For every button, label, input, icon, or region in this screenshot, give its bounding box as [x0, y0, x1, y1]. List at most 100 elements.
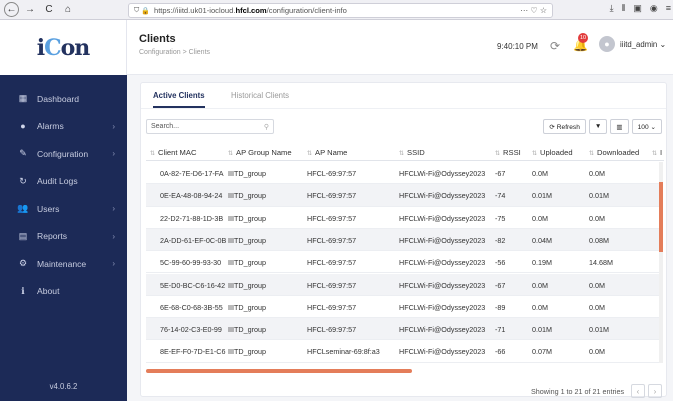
refresh-button[interactable]: ⟳ Refresh [543, 119, 586, 134]
sort-icon: ⇅ [399, 151, 405, 157]
chevron-right-icon: › [112, 231, 115, 241]
table-cell: 2A-DD-61-EF-0C-0B [160, 235, 227, 245]
table-row[interactable]: 2A-DD-61-EF-0C-0B IIITD_group HFCL-69:97:5… [146, 228, 659, 252]
table-cell: 5C-99-60-99-93-30 [160, 258, 222, 268]
account-icon[interactable]: ◉ [650, 3, 658, 14]
scrollbar-thumb[interactable] [659, 182, 663, 252]
table-cell: 0A-82-7E-D6-17-FA [160, 169, 224, 178]
url-actions[interactable]: ··· ♡ ☆ [520, 6, 547, 15]
sidebar-item-audit-logs[interactable]: ↻ Audit Logs [0, 168, 127, 196]
col-client-mac[interactable]: ⇅ Client MAC [150, 148, 196, 157]
tab-historical-clients[interactable]: Historical Clients [231, 91, 289, 100]
browser-right-icons: ⤓ ⫴ ▣ ◉ ≡ [610, 3, 671, 14]
sidebar-item-users[interactable]: 👥 Users › [0, 195, 127, 223]
logo[interactable]: iCon [37, 35, 91, 61]
chevron-right-icon: › [112, 149, 115, 159]
col-ap-name[interactable]: ⇅ AP Name [307, 148, 347, 157]
vertical-scrollbar[interactable] [659, 162, 663, 363]
sidebar-nav: ▦ Dashboard ● Alarms › ✎ Configuration › ↻ Aud… [0, 75, 127, 305]
table-cell: 5E-D0-BC-C6-16-42 [160, 280, 226, 290]
table-cell: IIITD_group [228, 258, 266, 268]
chevron-right-icon: › [112, 204, 115, 214]
table-cell: 0.07M [532, 347, 552, 357]
sidebar-item-alarms[interactable]: ● Alarms › [0, 113, 127, 141]
avatar[interactable]: ● [599, 36, 615, 52]
table-cell: IIITD_group [228, 347, 266, 357]
filter-button[interactable]: ▼ [588, 119, 608, 134]
table-row[interactable]: 5E-D0-BC-C6-16-42 IIITD_group HFCL-69:97:5… [146, 273, 659, 296]
table-cell: HFCLWi-Fi@Odyssey2023 [399, 258, 486, 268]
wrench-icon: ✎ [19, 148, 27, 159]
table-row[interactable]: 0E-EA-48-08-94-24 IIITD_group HFCL-69:97:5… [146, 184, 659, 207]
table-cell: 0.19M [532, 258, 552, 268]
shield-icon: ⛉ [134, 6, 140, 14]
reload-icon[interactable]: C [41, 2, 57, 18]
app-version: v4.0.6.2 [49, 382, 78, 391]
sidebar-item-configuration[interactable]: ✎ Configuration › [0, 140, 127, 168]
table-row[interactable]: 0A-82-7E-D6-17-FA IIITD_group HFCL-69:97:5… [146, 162, 659, 185]
browser-toolbar: ← → C ⌂ ⛉ 🔒 https://iiitd.uk01-iocloud.h… [0, 0, 673, 20]
table-row[interactable]: 5C-99-60-99-93-30 IIITD_group HFCL-69:97:5… [146, 251, 659, 274]
table-cell: -89 [495, 302, 506, 312]
horizontal-scrollbar[interactable] [146, 369, 412, 373]
sidebar-item-dashboard[interactable]: ▦ Dashboard [0, 85, 127, 113]
forward-arrow-icon[interactable]: → [22, 2, 38, 18]
back-arrow-icon[interactable]: ← [4, 2, 19, 17]
columns-button[interactable]: ▥ [610, 119, 629, 134]
table-cell: 0.01M [589, 191, 609, 201]
table-row[interactable]: 8E-EF-F0-7D-E1-C6 IIITD_group HFCLseminar-… [146, 340, 659, 363]
table-cell: 0.0M [532, 280, 548, 290]
prev-page-button[interactable]: ‹ [631, 384, 645, 398]
col-rssi[interactable]: ⇅ RSSI [495, 148, 521, 157]
menu-icon[interactable]: ≡ [666, 3, 671, 14]
pagination: ‹ › [631, 384, 662, 398]
table-cell: HFCLWi-Fi@Odyssey2023 [399, 347, 486, 357]
table-cell: 0.0M [532, 213, 548, 223]
search-input[interactable]: Search... ⚲ [146, 119, 274, 134]
table-cell: HFCLseminar-69:8f:a3 [307, 347, 380, 357]
user-menu[interactable]: iiitd_admin ⌄ [620, 40, 666, 49]
url-bar[interactable]: ⛉ 🔒 https://iiitd.uk01-iocloud.hfcl.com/… [128, 3, 553, 18]
sidebar-item-about[interactable]: ℹ About [0, 278, 127, 306]
table-row[interactable]: 6E-68-C0-68-3B-55 IIITD_group HFCL-69:97:5… [146, 296, 659, 319]
gear-icon: ⚙ [18, 258, 28, 269]
table-cell: HFCL-69:97:57 [307, 213, 357, 223]
next-page-button[interactable]: › [648, 384, 662, 398]
table-cell: 0.0M [589, 169, 605, 178]
table-cell: -74 [495, 191, 506, 201]
table-cell: 14.68M [589, 258, 613, 268]
col-uploaded[interactable]: ⇅ Uploaded [532, 148, 573, 157]
sort-icon: ⇅ [652, 151, 658, 157]
download-icon[interactable]: ⤓ [610, 3, 614, 14]
home-icon[interactable]: ⌂ [60, 2, 76, 18]
sort-icon: ⇅ [532, 151, 538, 157]
sort-icon: ⇅ [495, 151, 501, 157]
col-downloaded[interactable]: ⇅ Downloaded [589, 148, 639, 157]
table-row[interactable]: 22-D2-71-88-1D-3B IIITD_group HFCL-69:97:5… [146, 207, 659, 229]
page-size-select[interactable]: 100 ⌄ [631, 119, 662, 134]
tab-active-clients[interactable]: Active Clients [153, 91, 205, 108]
table-cell: HFCL-69:97:57 [307, 235, 357, 245]
col-ssid[interactable]: ⇅ SSID [399, 148, 425, 157]
search-icon: ⚲ [263, 123, 269, 131]
refresh-icon[interactable]: ⟳ [550, 39, 560, 53]
table-cell: 76-14-02-C3-E0-99 [160, 325, 222, 335]
table-cell: HFCLWi-Fi@Odyssey2023 [399, 235, 486, 245]
col-truncated[interactable]: ⇅ I [652, 148, 662, 157]
library-icon[interactable]: ⫴ [622, 3, 626, 14]
table-cell: 0.04M [532, 235, 552, 245]
users-icon: 👥 [17, 203, 29, 214]
table-tools: ⟳ Refresh ▼ ▥ 100 ⌄ [543, 119, 662, 134]
sidebar-item-reports[interactable]: ▤ Reports › [0, 223, 127, 251]
table-cell: -75 [495, 213, 506, 223]
table-cell: 22-D2-71-88-1D-3B [160, 213, 224, 223]
table-row[interactable]: 76-14-02-C3-E0-99 IIITD_group HFCL-69:97:5… [146, 318, 659, 341]
sidebar-item-maintenance[interactable]: ⚙ Maintenance › [0, 250, 127, 278]
clients-card: Active Clients Historical Clients Search… [140, 82, 667, 398]
client-tabs: Active Clients Historical Clients [141, 83, 666, 109]
table-cell: IIITD_group [228, 325, 266, 335]
table-cell: 0.08M [589, 235, 609, 245]
sidebar-icon[interactable]: ▣ [633, 3, 642, 14]
col-ap-group-name[interactable]: ⇅ AP Group Name [228, 148, 292, 157]
table-cell: HFCL-69:97:57 [307, 258, 357, 268]
